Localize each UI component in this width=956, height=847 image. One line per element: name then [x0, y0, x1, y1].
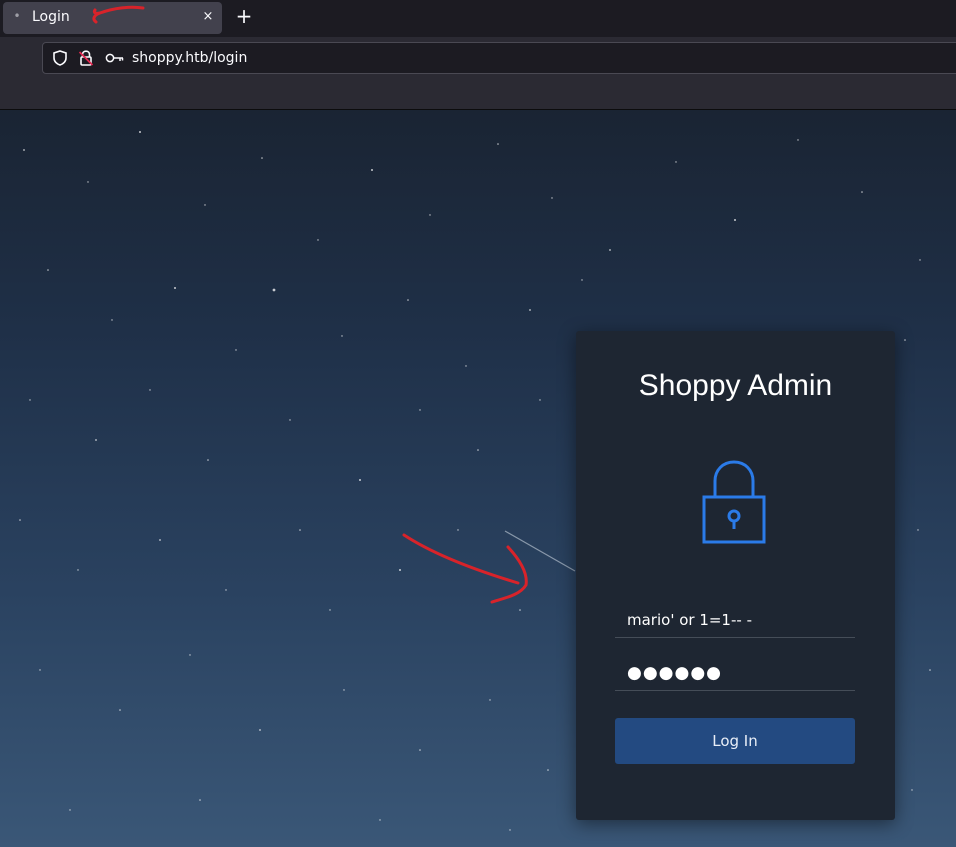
padlock-icon	[702, 460, 766, 544]
login-title: Shoppy Admin	[638, 369, 833, 402]
shield-icon[interactable]	[51, 49, 69, 67]
tab-login[interactable]: • Login ×	[3, 2, 222, 34]
password-input[interactable]	[615, 655, 855, 691]
tab-bar: • Login × +	[0, 0, 956, 37]
page-viewport: Shoppy Admin Log In	[0, 110, 956, 847]
new-tab-button[interactable]: +	[233, 6, 255, 28]
url-text[interactable]: shoppy.htb/login	[132, 50, 247, 66]
close-icon[interactable]: ×	[199, 8, 217, 26]
login-button[interactable]: Log In	[615, 718, 855, 764]
insecure-lock-icon[interactable]	[77, 49, 95, 67]
tab-title: Login	[32, 9, 70, 25]
key-icon[interactable]	[105, 51, 125, 65]
username-input[interactable]	[615, 602, 855, 638]
navigation-bar: shoppy.htb/login	[0, 37, 956, 110]
tab-favicon-icon: •	[13, 9, 21, 23]
url-bar[interactable]: shoppy.htb/login	[42, 42, 956, 74]
login-card: Shoppy Admin Log In	[576, 331, 895, 820]
